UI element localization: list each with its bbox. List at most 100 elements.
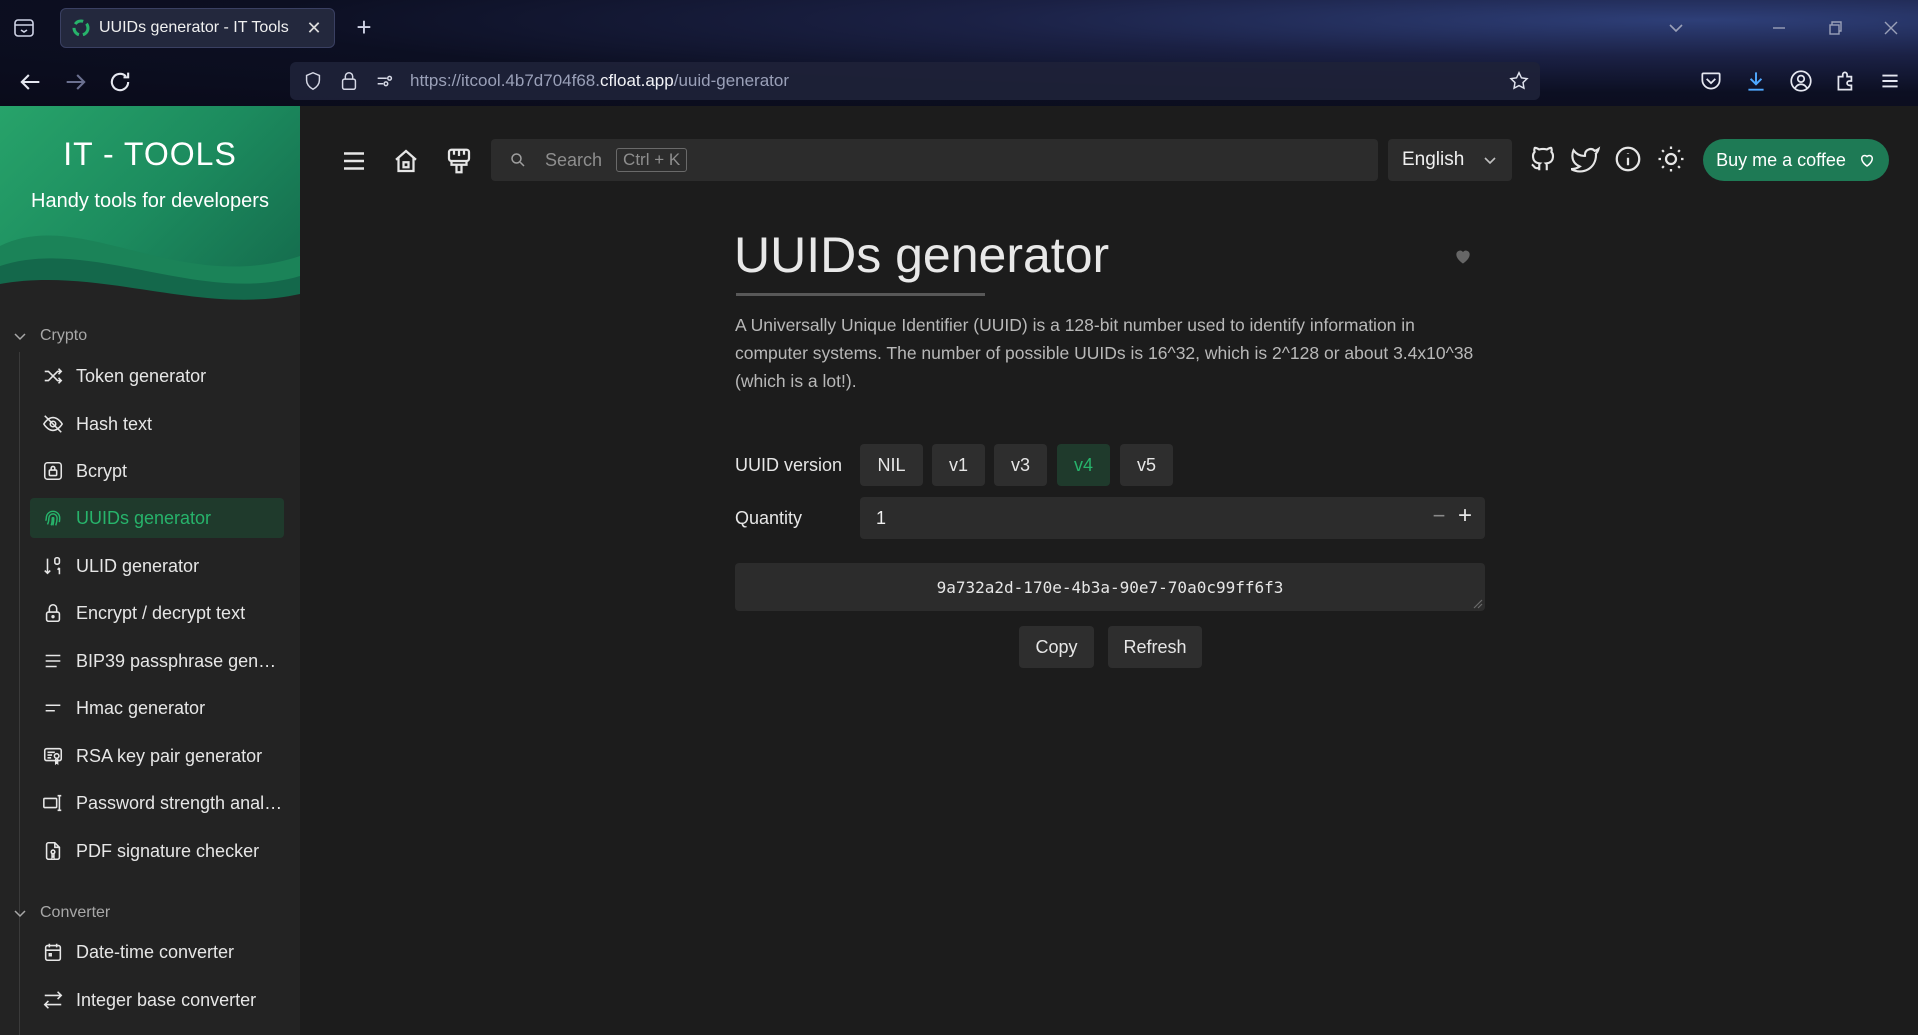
sidebar-item-date-time-converter[interactable]: Date-time converter xyxy=(30,932,284,972)
calendar-icon xyxy=(42,941,64,963)
version-v5-button[interactable]: v5 xyxy=(1120,444,1173,486)
file-certificate-icon xyxy=(42,840,64,862)
extensions-puzzle-icon[interactable] xyxy=(1833,68,1859,94)
sidebar-item-label: Bcrypt xyxy=(76,460,128,481)
restore-icon[interactable] xyxy=(1823,16,1847,40)
group-title: Converter xyxy=(40,904,111,921)
sidebar-item-label: UUIDs generator xyxy=(76,507,212,528)
heart-icon xyxy=(1858,151,1876,169)
tool-description: A Universally Unique Identifier (UUID) i… xyxy=(735,315,1474,391)
tab-title: UUIDs generator - IT Tools xyxy=(99,19,289,36)
sidebar-item-label: Password strength analy... xyxy=(76,792,284,813)
buy-me-a-coffee-button[interactable]: Buy me a coffee xyxy=(1703,139,1889,181)
sidebar-item-label: PDF signature checker xyxy=(76,840,260,861)
eye-off-icon xyxy=(42,413,64,435)
reload-icon[interactable] xyxy=(106,68,134,96)
tab-list-icon[interactable] xyxy=(12,16,36,40)
search-icon xyxy=(509,151,527,169)
brand-tagline: Handy tools for developers xyxy=(31,190,269,212)
theme-sun-icon[interactable] xyxy=(1656,144,1686,174)
download-icon[interactable] xyxy=(1743,68,1769,94)
quantity-stepper[interactable]: 1 − + xyxy=(860,497,1485,539)
refresh-button[interactable]: Refresh xyxy=(1108,626,1202,668)
group-divider xyxy=(19,352,20,992)
group-title: Crypto xyxy=(40,327,88,344)
page-title: UUIDs generator xyxy=(734,227,1110,283)
back-arrow-icon[interactable] xyxy=(16,68,44,96)
browser-tab-active[interactable]: UUIDs generator - IT Tools ✕ xyxy=(60,8,335,48)
sidebar-item-token-generator[interactable]: Token generator xyxy=(30,356,284,396)
twitter-icon[interactable] xyxy=(1571,144,1601,174)
sidebar-item-label: Encrypt / decrypt text xyxy=(76,602,246,623)
group-header-crypto[interactable]: Crypto xyxy=(12,324,87,348)
sidebar-item-rsa-key-pair[interactable]: RSA key pair generator xyxy=(30,736,284,776)
sidebar-item-label: Date-time converter xyxy=(76,941,235,962)
minimize-icon[interactable] xyxy=(1767,16,1791,40)
shield-icon[interactable] xyxy=(302,70,324,92)
sort-numeric-icon xyxy=(42,555,64,577)
url-prefix: https://itcool.4b7d704f68. xyxy=(410,71,600,90)
favorite-heart-icon[interactable] xyxy=(1453,246,1473,266)
sidebar-item-bip39[interactable]: BIP39 passphrase gener... xyxy=(30,641,284,681)
uuid-result-textarea[interactable]: 9a732a2d-170e-4b3a-90e7-70a0c99ff6f3 xyxy=(735,563,1485,611)
search-shortcut-hint: Ctrl + K xyxy=(616,148,688,172)
ui-lib-brush-icon[interactable] xyxy=(444,146,474,176)
bookmark-star-icon[interactable] xyxy=(1508,70,1530,92)
sidebar-item-password-strength[interactable]: Password strength analy... xyxy=(30,783,284,823)
quantity-increment-button[interactable]: + xyxy=(1455,504,1475,528)
text-lines-icon xyxy=(42,650,64,672)
group-header-converter[interactable]: Converter xyxy=(12,901,110,925)
uuid-version-label: UUID version xyxy=(735,455,843,475)
permissions-icon[interactable] xyxy=(374,70,396,92)
info-circle-icon[interactable] xyxy=(1613,144,1643,174)
new-tab-button[interactable]: + xyxy=(350,14,378,42)
sidebar-item-bcrypt[interactable]: Bcrypt xyxy=(30,451,284,491)
version-nil-button[interactable]: NIL xyxy=(860,444,923,486)
chevron-down-icon xyxy=(12,905,28,921)
url-bar[interactable]: https://itcool.4b7d704f68.cfloat.app/uui… xyxy=(290,62,1540,100)
account-icon[interactable] xyxy=(1788,68,1814,94)
sidebar-item-label: BIP39 passphrase gener... xyxy=(76,650,284,671)
group-divider xyxy=(19,928,20,1035)
quantity-value[interactable]: 1 xyxy=(876,508,886,529)
lock-square-icon xyxy=(42,460,64,482)
language-select[interactable]: English xyxy=(1388,139,1512,181)
version-v1-button[interactable]: v1 xyxy=(932,444,985,486)
password-icon xyxy=(42,792,64,814)
certificate-icon xyxy=(42,745,64,767)
copy-button[interactable]: Copy xyxy=(1019,626,1094,668)
padlock-icon[interactable] xyxy=(338,70,360,92)
sidebar-item-hash-text[interactable]: Hash text xyxy=(30,404,284,444)
chevron-down-icon xyxy=(1482,152,1498,168)
version-v4-button[interactable]: v4 xyxy=(1057,444,1110,486)
sidebar-item-hmac-generator[interactable]: Hmac generator xyxy=(30,688,284,728)
sidebar-item-ulid-generator[interactable]: ULID generator xyxy=(30,546,284,586)
lock-icon xyxy=(42,602,64,624)
tab-overflow-chevron-icon[interactable] xyxy=(1664,16,1688,40)
tab-close-icon[interactable]: ✕ xyxy=(304,18,324,38)
window-close-icon[interactable] xyxy=(1879,16,1903,40)
sidebar-item-pdf-signature[interactable]: PDF signature checker xyxy=(30,831,284,871)
menu-hamburger-icon[interactable] xyxy=(1877,68,1903,94)
url-domain: cfloat.app xyxy=(599,71,674,90)
sidebar-item-label: Hmac generator xyxy=(76,697,206,718)
sidebar: IT - TOOLS Handy tools for developers Cr… xyxy=(0,106,300,1035)
menu-toggle-icon[interactable] xyxy=(339,146,369,176)
home-icon[interactable] xyxy=(391,146,421,176)
sidebar-item-integer-base-converter[interactable]: Integer base converter xyxy=(30,980,284,1020)
quantity-decrement-button[interactable]: − xyxy=(1429,505,1449,527)
forward-arrow-icon[interactable] xyxy=(62,68,90,96)
search-bar[interactable]: Search Ctrl + K xyxy=(491,139,1378,181)
coffee-label: Buy me a coffee xyxy=(1716,149,1846,170)
sidebar-item-encrypt-decrypt[interactable]: Encrypt / decrypt text xyxy=(30,593,284,633)
sidebar-item-label: Hash text xyxy=(76,413,153,434)
version-v3-button[interactable]: v3 xyxy=(994,444,1047,486)
github-icon[interactable] xyxy=(1528,144,1558,174)
quantity-label: Quantity xyxy=(735,508,803,528)
pocket-icon[interactable] xyxy=(1698,68,1724,94)
it-tools-favicon-icon xyxy=(71,18,91,38)
uuid-result-value: 9a732a2d-170e-4b3a-90e7-70a0c99ff6f3 xyxy=(936,577,1284,597)
resize-grip-icon[interactable] xyxy=(1469,595,1483,609)
sidebar-item-uuids-generator[interactable]: UUIDs generator xyxy=(30,498,284,538)
brand-title[interactable]: IT - TOOLS xyxy=(0,136,300,173)
